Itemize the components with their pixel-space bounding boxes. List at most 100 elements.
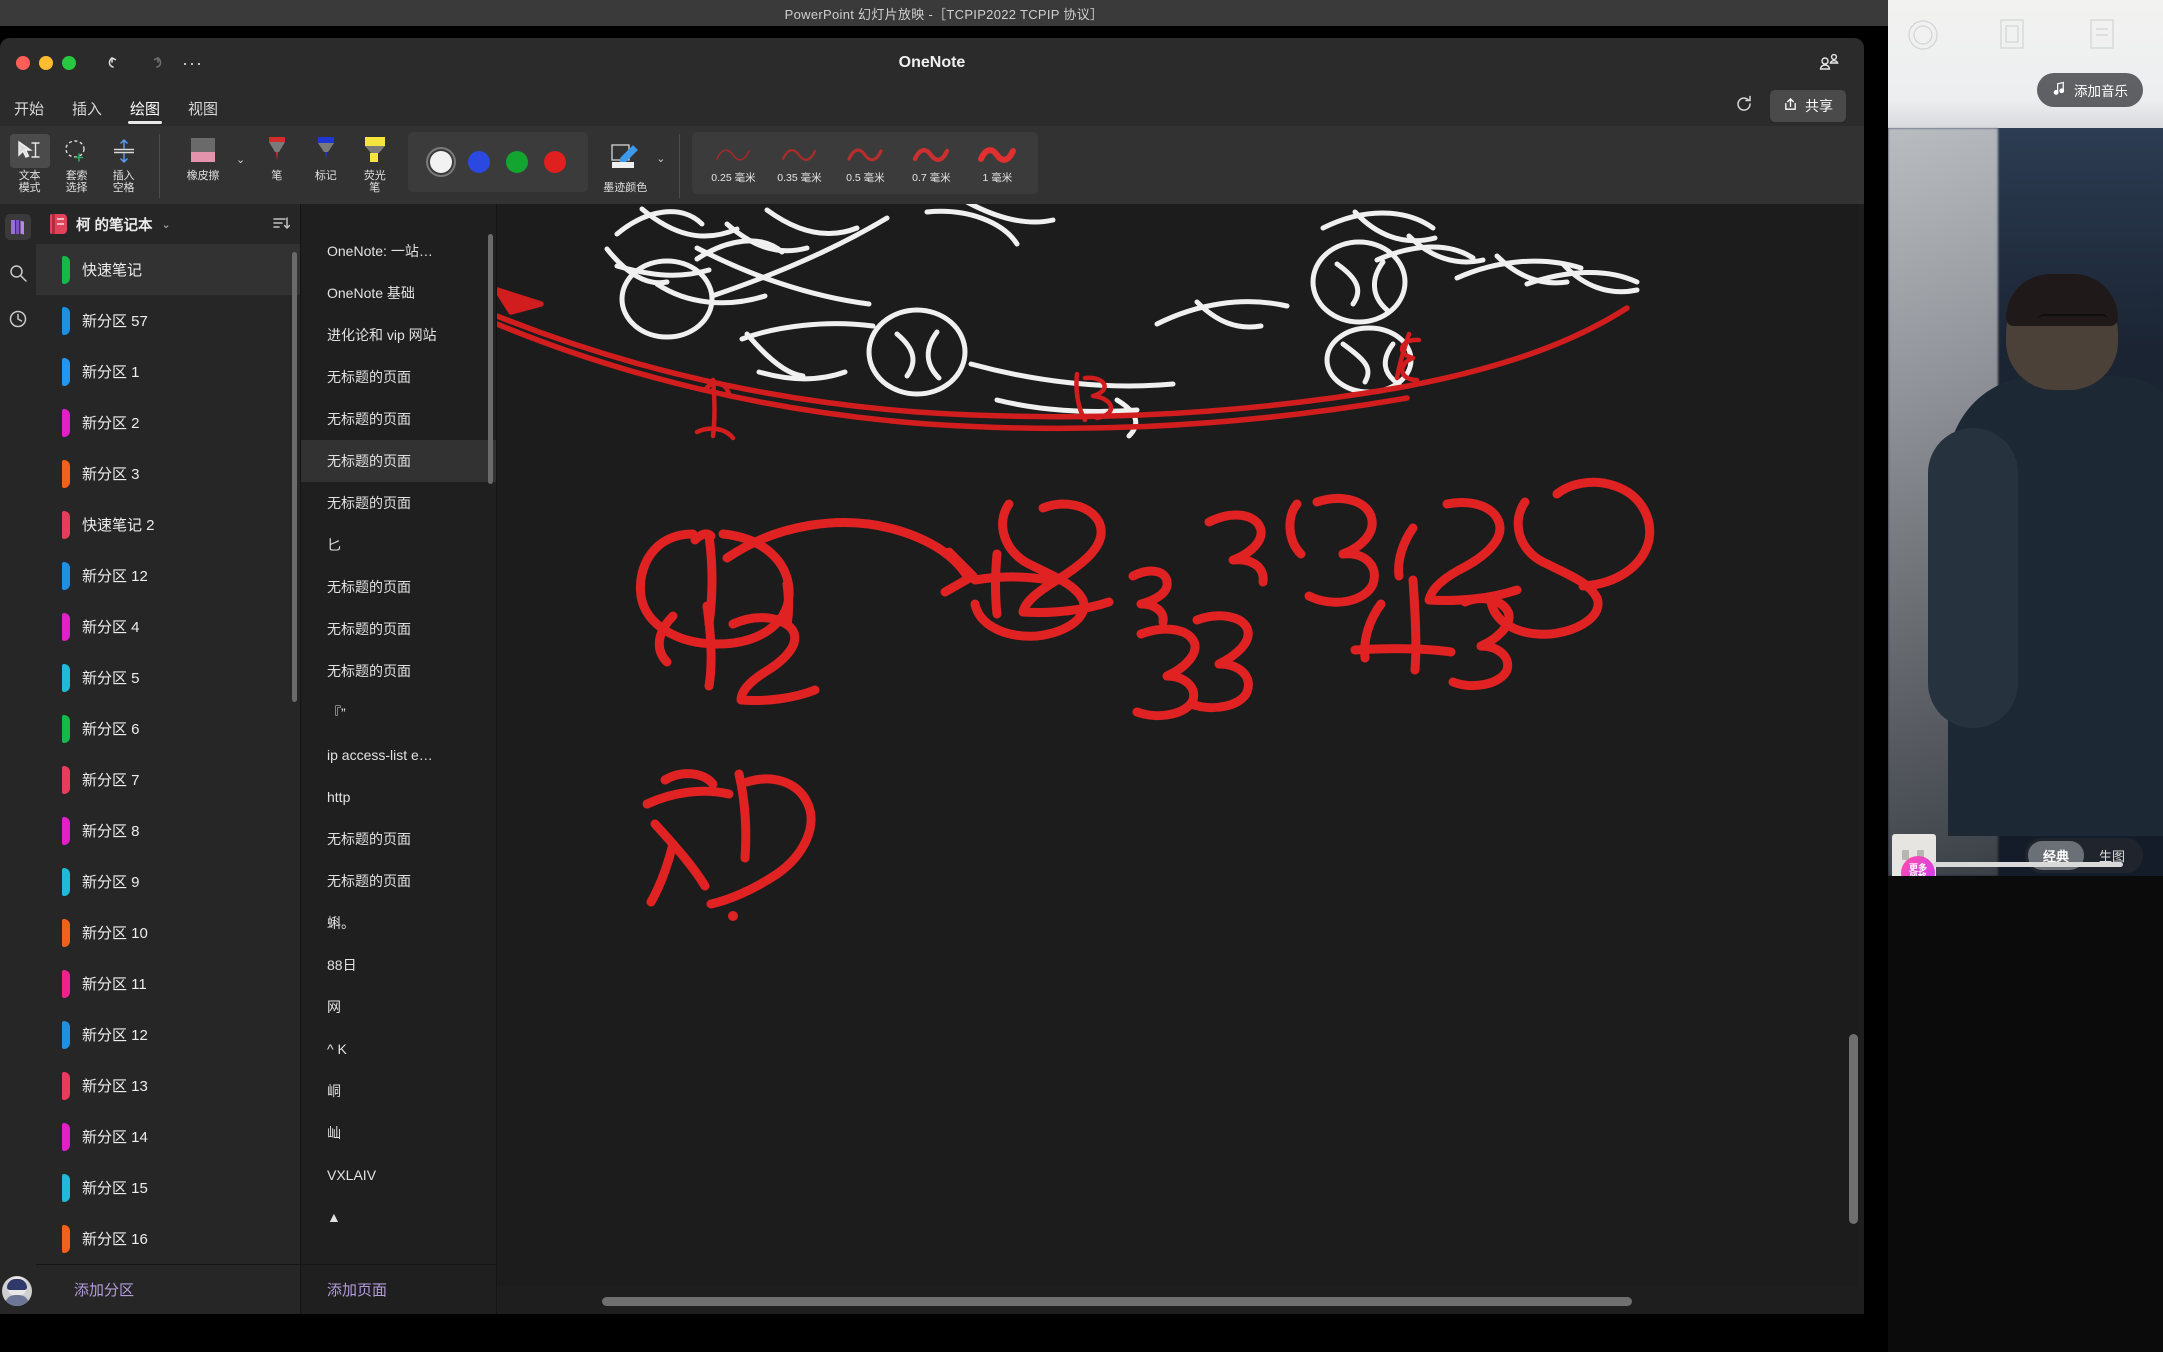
- section-item[interactable]: 新分区 15: [36, 1162, 300, 1213]
- section-item[interactable]: 新分区 13: [36, 1060, 300, 1111]
- page-item[interactable]: OneNote: 一站…: [301, 230, 496, 272]
- section-item[interactable]: 新分区 57: [36, 295, 300, 346]
- page-item[interactable]: ▲: [301, 1196, 496, 1238]
- redo-icon[interactable]: [144, 53, 164, 73]
- tab-home[interactable]: 开始: [0, 98, 58, 126]
- people-icon[interactable]: [1818, 52, 1840, 77]
- section-item[interactable]: 新分区 4: [36, 601, 300, 652]
- add-section-button[interactable]: 添加分区: [36, 1264, 300, 1314]
- section-item[interactable]: 新分区 14: [36, 1111, 300, 1162]
- close-window-button[interactable]: [16, 56, 30, 70]
- pages-scrollbar[interactable]: [488, 234, 493, 484]
- section-item[interactable]: 新分区 12: [36, 550, 300, 601]
- sections-scrollbar[interactable]: [292, 252, 297, 702]
- notebook-header[interactable]: 柯 的笔记本 ⌄: [36, 204, 300, 244]
- text-mode-tool[interactable]: 文本 模式: [6, 131, 53, 195]
- thickness-0-25[interactable]: 0.25 毫米: [700, 142, 766, 185]
- tab-view[interactable]: 视图: [174, 98, 232, 126]
- page-item[interactable]: 屾: [301, 1112, 496, 1154]
- canvas-vscroll-thumb[interactable]: [1849, 1034, 1858, 1224]
- section-item[interactable]: 新分区 3: [36, 448, 300, 499]
- share-button[interactable]: 共享: [1770, 90, 1846, 122]
- page-item[interactable]: ^ K: [301, 1028, 496, 1070]
- sort-icon[interactable]: [272, 215, 290, 236]
- window-traffic-lights[interactable]: [16, 56, 76, 70]
- section-item[interactable]: 新分区 16: [36, 1213, 300, 1264]
- page-item[interactable]: 匕: [301, 524, 496, 566]
- page-item[interactable]: http: [301, 776, 496, 818]
- section-item[interactable]: 快速笔记 2: [36, 499, 300, 550]
- camera-mode-toggle[interactable]: 经典 生图: [2025, 838, 2143, 873]
- thickness-0-35[interactable]: 0.35 毫米: [766, 142, 832, 185]
- eraser-chevron-down-icon[interactable]: ⌄: [236, 153, 245, 166]
- page-item[interactable]: 进化论和 vip 网站: [301, 314, 496, 356]
- zoom-window-button[interactable]: [62, 56, 76, 70]
- section-item[interactable]: 新分区 10: [36, 907, 300, 958]
- page-item[interactable]: 无标题的页面: [301, 608, 496, 650]
- more-options-button[interactable]: ···: [182, 58, 203, 68]
- section-item[interactable]: 新分区 8: [36, 805, 300, 856]
- page-item[interactable]: VXLAIV: [301, 1154, 496, 1196]
- highlighter-tool[interactable]: 荧光 笔: [351, 131, 398, 195]
- refresh-icon[interactable]: [1734, 94, 1754, 119]
- page-item[interactable]: 无标题的页面: [301, 818, 496, 860]
- ink-thickness-gallery[interactable]: 0.25 毫米 0.35 毫米 0.5 毫米 0.7 毫米 1 毫米: [692, 132, 1038, 194]
- search-icon[interactable]: [5, 260, 31, 286]
- color-green-swatch[interactable]: [506, 151, 528, 173]
- page-item[interactable]: 无标题的页面: [301, 860, 496, 902]
- insert-space-tool[interactable]: 插入 空格: [100, 131, 147, 195]
- ink-canvas[interactable]: [497, 204, 1858, 1286]
- section-item[interactable]: 新分区 6: [36, 703, 300, 754]
- page-item[interactable]: 峒: [301, 1070, 496, 1112]
- page-list[interactable]: OneNote: 一站…OneNote 基础进化论和 vip 网站无标题的页面无…: [301, 204, 496, 1264]
- canvas-hscroll-thumb[interactable]: [602, 1297, 1632, 1306]
- page-item[interactable]: 无标题的页面: [301, 566, 496, 608]
- color-blue-swatch[interactable]: [468, 151, 490, 173]
- page-item[interactable]: ip access-list e…: [301, 734, 496, 776]
- tab-draw[interactable]: 绘图: [116, 98, 174, 126]
- minimize-window-button[interactable]: [39, 56, 53, 70]
- user-avatar[interactable]: [2, 1276, 32, 1306]
- section-item[interactable]: 新分区 5: [36, 652, 300, 703]
- section-item[interactable]: 新分区 2: [36, 397, 300, 448]
- lasso-select-tool[interactable]: 套索 选择: [53, 131, 100, 195]
- camera-preview-panel[interactable]: 添加音乐: [1888, 0, 2163, 876]
- color-white-swatch[interactable]: [430, 151, 452, 173]
- thickness-1[interactable]: 1 毫米: [964, 142, 1030, 185]
- section-item[interactable]: 快速笔记: [36, 244, 300, 295]
- page-item[interactable]: 蝌。: [301, 902, 496, 944]
- pen-tool[interactable]: 笔: [253, 131, 300, 182]
- page-item[interactable]: 无标题的页面: [301, 482, 496, 524]
- page-item[interactable]: 88日: [301, 944, 496, 986]
- page-item[interactable]: 无标题的页面: [301, 356, 496, 398]
- undo-icon[interactable]: [106, 53, 126, 73]
- page-item[interactable]: 『”: [301, 692, 496, 734]
- note-canvas-area[interactable]: [497, 204, 1864, 1314]
- tab-insert[interactable]: 插入: [58, 98, 116, 126]
- page-item[interactable]: 无标题的页面: [301, 650, 496, 692]
- page-item[interactable]: 网: [301, 986, 496, 1028]
- canvas-horizontal-scrollbar[interactable]: [547, 1297, 1854, 1306]
- recent-clock-icon[interactable]: [5, 306, 31, 332]
- undo-redo-group[interactable]: ···: [106, 53, 203, 73]
- ink-color-chevron-down-icon[interactable]: ⌄: [656, 152, 665, 165]
- section-item[interactable]: 新分区 7: [36, 754, 300, 805]
- add-page-button[interactable]: 添加页面: [301, 1264, 496, 1314]
- ink-color-swatches[interactable]: [408, 132, 588, 192]
- color-red-swatch[interactable]: [544, 151, 566, 173]
- page-item[interactable]: 无标题的页面: [301, 440, 496, 482]
- section-item[interactable]: 新分区 1: [36, 346, 300, 397]
- thickness-0-7[interactable]: 0.7 毫米: [898, 142, 964, 185]
- section-list[interactable]: 快速笔记新分区 57新分区 1新分区 2新分区 3快速笔记 2新分区 12新分区…: [36, 244, 300, 1264]
- marker-tool[interactable]: 标记: [302, 131, 349, 182]
- ribbon-tab-strip[interactable]: 开始 插入 绘图 视图 共享: [0, 88, 1864, 126]
- thickness-0-5[interactable]: 0.5 毫米: [832, 142, 898, 185]
- eraser-tool[interactable]: 橡皮擦: [172, 131, 234, 182]
- section-item[interactable]: 新分区 9: [36, 856, 300, 907]
- page-item[interactable]: OneNote 基础: [301, 272, 496, 314]
- page-item[interactable]: 无标题的页面: [301, 398, 496, 440]
- ink-color-tool[interactable]: 墨迹颜色: [598, 138, 652, 195]
- add-music-button[interactable]: 添加音乐: [2037, 73, 2143, 107]
- section-item[interactable]: 新分区 11: [36, 958, 300, 1009]
- section-item[interactable]: 新分区 12: [36, 1009, 300, 1060]
